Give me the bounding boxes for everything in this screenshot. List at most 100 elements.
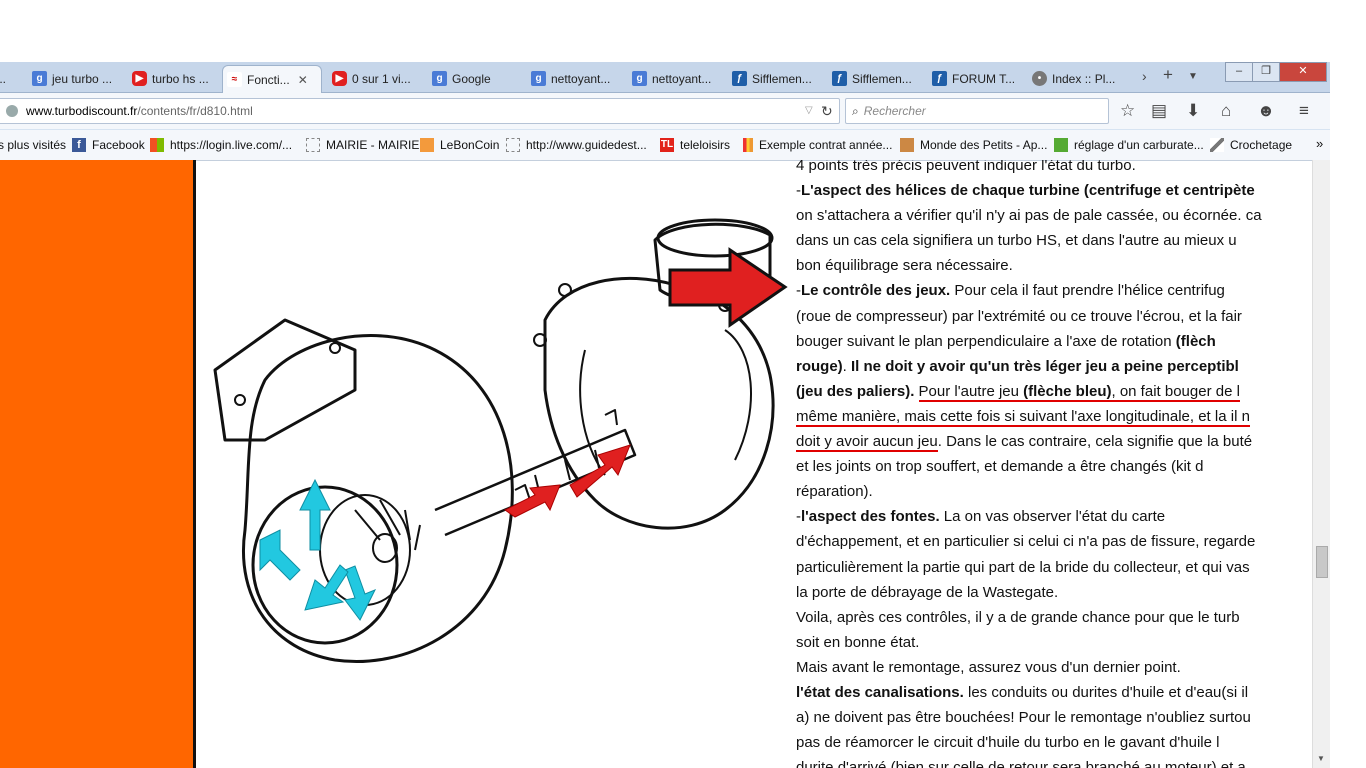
tab-label: Sifflemen... — [752, 71, 812, 86]
bookmark-leboncoin[interactable]: LeBonCoin — [420, 138, 499, 152]
reload-icon[interactable]: ↻ — [821, 99, 833, 123]
bookmark-label: Crochetage — [1230, 138, 1293, 152]
text-line: soit en bonne état. — [796, 633, 920, 651]
underlined-text: Pour l'autre jeu — [918, 382, 1024, 402]
cyan-arrow-4 — [304, 564, 349, 611]
text-space — [914, 383, 918, 400]
tab-fonctionnement[interactable]: ≈ Foncti... ✕ — [222, 65, 322, 93]
bookmark-star-icon[interactable]: ☆ — [1120, 101, 1135, 121]
text-line: 4 points très précis peuvent indiquer l'… — [796, 160, 1136, 174]
bookmark-facebook[interactable]: f Facebook — [72, 138, 145, 152]
bookmark-label: Exemple contrat année... — [759, 138, 893, 152]
turbine-housing — [242, 334, 514, 663]
tab-label: Index :: Pl... — [1052, 71, 1116, 86]
bookmark-login-live[interactable]: https://login.live.com/... — [150, 138, 292, 152]
red-arrow-shaft-up — [569, 444, 631, 498]
text-line: particulièrement la partie qui part de l… — [796, 558, 1250, 576]
heading-etat-canalisations: l'état des canalisations. — [796, 683, 964, 701]
tab-jeu-turbo[interactable]: g jeu turbo ... — [28, 65, 120, 92]
flange — [213, 318, 357, 442]
turbo-shaft — [434, 428, 637, 537]
text-line: dans un cas cela signifiera un turbo HS,… — [796, 232, 1237, 250]
heading-aspect-fontes: l'aspect des fontes. — [801, 508, 940, 526]
forum-icon: ƒ — [932, 71, 947, 86]
google-icon: g — [632, 71, 647, 86]
tab-label: nettoyant... — [551, 71, 611, 86]
dropdown-icon[interactable]: ▽ — [805, 99, 813, 123]
new-tab-icon[interactable]: + — [1163, 65, 1173, 85]
search-icon: ⌕ — [852, 104, 859, 118]
bookmark-label: Facebook — [92, 138, 145, 152]
forum-icon: ƒ — [832, 71, 847, 86]
monde-des-petits-icon — [900, 138, 914, 152]
text-bold: rouge) — [796, 357, 843, 375]
scroll-down-icon[interactable]: ▼ — [1317, 754, 1325, 763]
bookmarks-list-icon[interactable]: ▤ — [1151, 101, 1167, 121]
youtube-icon: ▶ — [132, 71, 147, 86]
text-bold: (flèch — [1175, 332, 1216, 350]
orange-sidebar — [0, 160, 193, 768]
page-icon — [506, 138, 520, 152]
bookmark-label: s plus visités — [0, 138, 67, 152]
tab-sifflement-1[interactable]: ƒ Sifflemen... — [728, 65, 820, 92]
bookmark-guidedest[interactable]: http://www.guidedest... — [506, 138, 647, 152]
underlined-bold: (flèche bleu) — [1023, 382, 1112, 402]
text-line: La on vas observer l'état du carte — [939, 508, 1166, 526]
list-tabs-icon[interactable]: ▼ — [1188, 71, 1198, 82]
tab-sifflement-2[interactable]: ƒ Sifflemen... — [828, 65, 920, 92]
tab-0-sur-1[interactable]: ▶ 0 sur 1 vi... — [328, 65, 420, 92]
turbodiscount-icon: ≈ — [227, 72, 242, 87]
scroll-tabs-right-icon[interactable]: › — [1142, 68, 1147, 84]
red-arrow-right — [668, 247, 788, 328]
menu-icon[interactable]: ≡ — [1299, 101, 1309, 121]
bookmark-exemple-contrat[interactable]: Exemple contrat année... — [743, 138, 892, 152]
close-window-button[interactable]: ✕ — [1279, 62, 1327, 82]
tab-label: 0 sur 1 vi... — [352, 71, 411, 86]
text-line: pas de réamorcer le circuit d'huile du t… — [796, 734, 1220, 752]
text-line: Pour cela il faut prendre l'hélice centr… — [950, 282, 1225, 300]
bookmark-plus-visites[interactable]: s plus visités — [0, 138, 66, 152]
crochetage-icon — [1210, 138, 1224, 152]
text-line: réparation). — [796, 483, 873, 501]
page-icon — [306, 138, 320, 152]
google-icon: g — [531, 71, 546, 86]
text-line: Mais avant le remontage, assurez vous d'… — [796, 658, 1181, 676]
text-bold: Il ne doit y avoir qu'un très léger jeu … — [851, 357, 1239, 375]
reglage-icon — [1054, 138, 1068, 152]
bookmark-crochetage[interactable]: Crochetage — [1210, 138, 1292, 152]
bookmark-mairie[interactable]: MAIRIE - MAIRIE — [306, 138, 419, 152]
tab-google[interactable]: g Google — [428, 65, 520, 92]
cyan-arrow-3 — [344, 565, 377, 621]
bookmark-reglage-carburateur[interactable]: réglage d'un carburate... — [1054, 138, 1204, 152]
bookmark-teleloisirs[interactable]: TL teleloisirs — [660, 138, 730, 152]
tab-index[interactable]: • Index :: Pl... — [1028, 65, 1120, 92]
text-line: et les joints on trop souffert, et deman… — [796, 458, 1204, 476]
downloads-icon[interactable]: ⬇ — [1186, 101, 1200, 121]
text-line: la porte de débrayage de la Wastegate. — [796, 583, 1059, 601]
tab-nettoyant-2[interactable]: g nettoyant... — [628, 65, 720, 92]
close-tab-icon[interactable]: ✕ — [298, 73, 308, 87]
minimize-button[interactable]: – — [1225, 62, 1253, 82]
text-bold: (jeu des paliers). — [796, 382, 915, 400]
bookmark-label: Monde des Petits - Ap... — [920, 138, 1048, 152]
tab-label: turbo hs ... — [152, 71, 209, 86]
tab-0[interactable]: ... — [0, 65, 18, 92]
chat-icon[interactable]: ☻ — [1257, 101, 1275, 121]
address-bar[interactable]: www.turbodiscount.fr/contents/fr/d810.ht… — [0, 98, 840, 124]
search-input[interactable]: ⌕ Rechercher — [845, 98, 1109, 124]
tab-turbo-hs[interactable]: ▶ turbo hs ... — [128, 65, 220, 92]
bookmarks-toolbar: s plus visités f Facebook https://login.l… — [0, 130, 1330, 161]
bookmark-monde-des-petits[interactable]: Monde des Petits - Ap... — [900, 138, 1047, 152]
more-bookmarks-icon[interactable]: » — [1316, 136, 1323, 151]
index-icon: • — [1032, 71, 1047, 86]
underlined-text: même manière, mais cette fois si suivant… — [796, 407, 1250, 427]
tab-forum[interactable]: ƒ FORUM T... — [928, 65, 1020, 92]
browser-chrome: ... g jeu turbo ... ▶ turbo hs ... ≈ Fon… — [0, 62, 1330, 161]
maximize-button[interactable]: ❐ — [1252, 62, 1280, 82]
navigation-bar: www.turbodiscount.fr/contents/fr/d810.ht… — [0, 93, 1330, 129]
tab-nettoyant-1[interactable]: g nettoyant... — [527, 65, 619, 92]
home-icon[interactable]: ⌂ — [1221, 101, 1231, 121]
cyan-arrow-1 — [259, 529, 301, 581]
vertical-scrollbar[interactable]: ▼ — [1312, 160, 1330, 768]
scrollbar-thumb[interactable] — [1316, 546, 1328, 578]
